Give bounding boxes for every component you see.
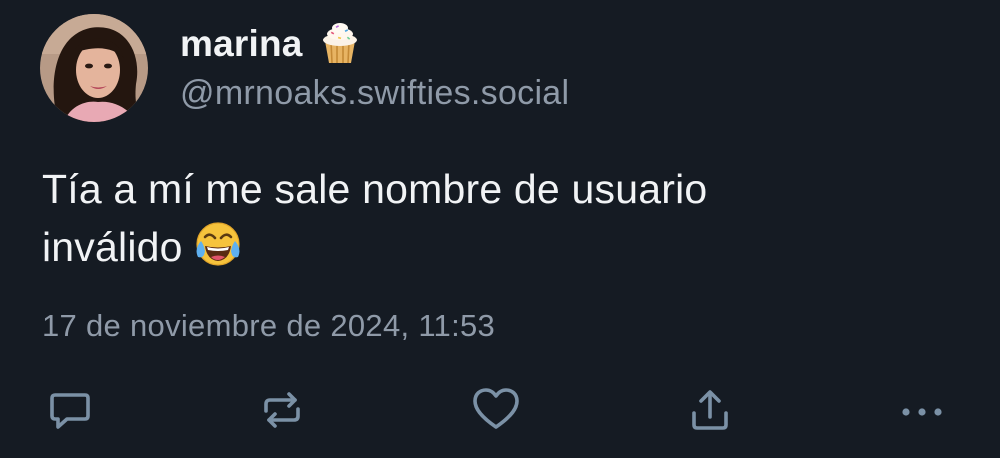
action-bar — [0, 382, 1000, 438]
author-name-row: marina — [180, 18, 363, 70]
post-text-line-2: inválido — [42, 224, 183, 270]
post-timestamp[interactable]: 17 de noviembre de 2024, 11:53 — [42, 308, 495, 344]
more-icon — [896, 385, 948, 435]
display-name[interactable]: marina — [180, 23, 303, 65]
more-options-button[interactable] — [894, 382, 950, 438]
repost-icon — [257, 385, 307, 435]
author-handle[interactable]: @mrnoaks.swifties.social — [180, 74, 569, 113]
post-view: marina @mrnoaks.swifties.social Tía a mí… — [0, 0, 1000, 458]
post-text: Tía a mí me sale nombre de usuario invál… — [42, 160, 942, 284]
reply-icon — [45, 385, 95, 435]
avatar[interactable] — [40, 14, 148, 122]
heart-icon — [470, 385, 522, 435]
face-with-tears-of-joy-emoji — [193, 219, 243, 284]
reply-button[interactable] — [42, 382, 98, 438]
share-button[interactable] — [682, 382, 738, 438]
repost-button[interactable] — [254, 382, 310, 438]
post-text-line-2-wrap: inválido — [42, 218, 942, 284]
cupcake-emoji — [317, 19, 363, 70]
like-button[interactable] — [468, 382, 524, 438]
post-text-line-1: Tía a mí me sale nombre de usuario — [42, 166, 708, 212]
share-icon — [685, 385, 735, 435]
